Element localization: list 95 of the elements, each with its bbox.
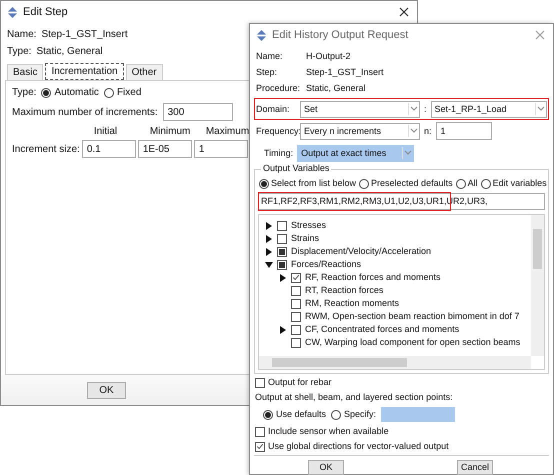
radio-label: Edit variables xyxy=(492,178,547,189)
tree-item[interactable]: Stresses xyxy=(291,220,326,231)
input-field[interactable]: 1 xyxy=(436,122,492,140)
input-field[interactable]: 1 xyxy=(194,140,248,158)
field-label: Domain: xyxy=(256,104,291,114)
checkbox[interactable] xyxy=(291,324,301,334)
tree-item[interactable]: CF, Concentrated forces and moments xyxy=(305,324,460,335)
collapsed-arrow-icon[interactable] xyxy=(265,234,273,242)
field-value: Step-1_GST_Insert xyxy=(306,67,385,78)
column-header: Minimum xyxy=(148,126,192,137)
checkbox[interactable] xyxy=(255,378,265,388)
radio-button[interactable] xyxy=(41,88,52,98)
field-label: Timing: xyxy=(264,148,294,158)
radio-button[interactable] xyxy=(104,88,114,98)
expanded-arrow-icon[interactable] xyxy=(265,260,273,268)
tree-item[interactable]: CW, Warping load component for open section beams xyxy=(305,337,520,348)
collapsed-arrow-icon[interactable] xyxy=(279,274,287,282)
checkbox[interactable] xyxy=(277,234,287,244)
horizontal-scrollbar[interactable] xyxy=(259,356,531,369)
window-title: Edit Step xyxy=(23,6,69,18)
tab[interactable]: Basic xyxy=(7,64,44,80)
set-dropdown[interactable]: Set-1_RP-1_Load xyxy=(430,100,547,118)
group-title: Output Variables xyxy=(261,163,332,174)
field-label: Maximum number of increments: xyxy=(12,106,158,118)
checkbox-label: Output for rebar xyxy=(268,377,332,388)
input-field[interactable]: 0.1 xyxy=(82,140,136,158)
chevron-down-icon[interactable] xyxy=(408,125,419,137)
tab[interactable]: Other xyxy=(126,64,163,80)
tree-item[interactable]: Displacement/Velocity/Acceleration xyxy=(291,246,432,257)
window-title: Edit History Output Request xyxy=(272,30,410,40)
field-value: Static, General xyxy=(306,83,367,94)
radio-label: Select from list below xyxy=(271,178,356,189)
vertical-scrollbar[interactable] xyxy=(531,215,544,356)
chevron-down-icon[interactable] xyxy=(535,103,546,115)
radio-button[interactable] xyxy=(456,178,466,188)
diamond-arrows-icon xyxy=(7,6,18,18)
input-field[interactable]: 300 xyxy=(162,103,233,121)
radio-button[interactable] xyxy=(331,410,342,420)
input-field[interactable]: 1E-05 xyxy=(138,140,192,158)
radio-label: Use defaults xyxy=(276,409,326,420)
field-label: Name: xyxy=(256,51,284,62)
field-value: Step-1_GST_Insert xyxy=(41,29,128,40)
tab[interactable]: Incrementation xyxy=(45,63,124,80)
field-value: H-Output-2 xyxy=(306,51,352,62)
field-label: Type: xyxy=(7,46,32,57)
frequency-dropdown[interactable]: Every n increments xyxy=(300,122,420,140)
radio-label: Specify: xyxy=(344,409,376,420)
field-label: Name: xyxy=(7,29,36,40)
tree-item[interactable]: Forces/Reactions xyxy=(291,259,362,270)
field-label: n: xyxy=(424,126,432,136)
field-label: Step: xyxy=(256,67,278,78)
close-icon[interactable] xyxy=(399,7,409,17)
checkbox[interactable] xyxy=(277,220,287,230)
checkbox[interactable] xyxy=(291,338,301,348)
radio-button[interactable] xyxy=(263,410,273,420)
checkbox[interactable] xyxy=(291,298,301,308)
field-value: Static, General xyxy=(36,46,103,57)
collapsed-arrow-icon[interactable] xyxy=(265,222,273,230)
radio-label: All xyxy=(468,178,478,189)
input-field[interactable] xyxy=(381,407,456,422)
column-header: Initial xyxy=(92,126,118,137)
collapsed-arrow-icon[interactable] xyxy=(265,248,273,256)
tree-item[interactable]: Strains xyxy=(291,233,320,244)
chevron-down-icon[interactable] xyxy=(408,103,419,115)
radio-label: Automatic xyxy=(54,87,99,98)
checkbox-label: Include sensor when available xyxy=(268,426,389,437)
diamond-arrows-icon xyxy=(256,30,267,40)
tree-item[interactable]: RWM, Open-section beam reaction bimoment in dof 7 xyxy=(305,311,520,322)
radio-button[interactable] xyxy=(359,178,370,188)
cancel-button[interactable]: Cancel xyxy=(457,460,493,475)
field-label: Type: xyxy=(12,87,36,98)
checkbox[interactable] xyxy=(255,426,265,436)
checkbox[interactable] xyxy=(291,312,301,322)
ok-button[interactable]: OK xyxy=(308,460,344,475)
checkbox[interactable] xyxy=(291,272,301,282)
field-label: Increment size: xyxy=(12,144,80,154)
collapsed-arrow-icon[interactable] xyxy=(279,326,287,334)
radio-button[interactable] xyxy=(480,178,491,188)
domain-dropdown[interactable]: Set xyxy=(300,100,420,118)
section-label: Output at shell, beam, and layered section points: xyxy=(255,392,454,403)
column-header: Maximum xyxy=(204,126,248,137)
checkbox[interactable] xyxy=(255,442,265,452)
timing-dropdown[interactable]: Output at exact times xyxy=(297,144,414,162)
radio-button[interactable] xyxy=(259,178,269,188)
separator-label: : xyxy=(424,104,427,114)
tree-item[interactable]: RT, Reaction forces xyxy=(305,285,384,296)
checkbox-label: Use global directions for vector-valued output xyxy=(268,441,449,452)
tree-item[interactable]: RM, Reaction moments xyxy=(305,298,400,309)
chevron-down-icon[interactable] xyxy=(402,147,414,159)
radio-label: Fixed xyxy=(116,87,142,98)
ok-button[interactable]: OK xyxy=(87,382,126,398)
radio-label: Preselected defaults xyxy=(371,178,453,189)
tree-item[interactable]: RF, Reaction forces and moments xyxy=(305,272,441,283)
checkbox[interactable] xyxy=(291,286,301,296)
field-label: Procedure: xyxy=(256,83,302,94)
